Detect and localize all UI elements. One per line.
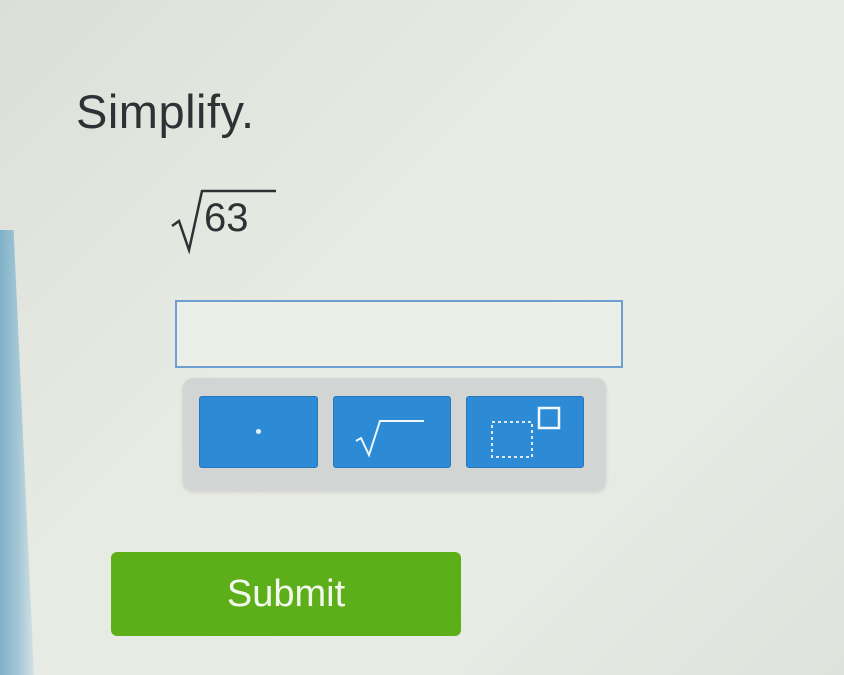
decimal-point-button[interactable]: [199, 396, 318, 468]
screen-edge: [0, 230, 34, 675]
problem-prompt: Simplify.: [76, 85, 255, 138]
exponent-button[interactable]: [466, 396, 584, 468]
math-keypad: [183, 378, 606, 490]
submit-button[interactable]: Submit: [111, 552, 461, 636]
radicand: 63: [204, 196, 249, 240]
square-root-icon: [355, 420, 424, 458]
square-root-expression: 63: [170, 186, 280, 256]
answer-input[interactable]: [175, 300, 623, 368]
exponent-icon: [491, 406, 561, 458]
dot-icon: [256, 429, 261, 434]
square-root-button[interactable]: [333, 396, 451, 468]
